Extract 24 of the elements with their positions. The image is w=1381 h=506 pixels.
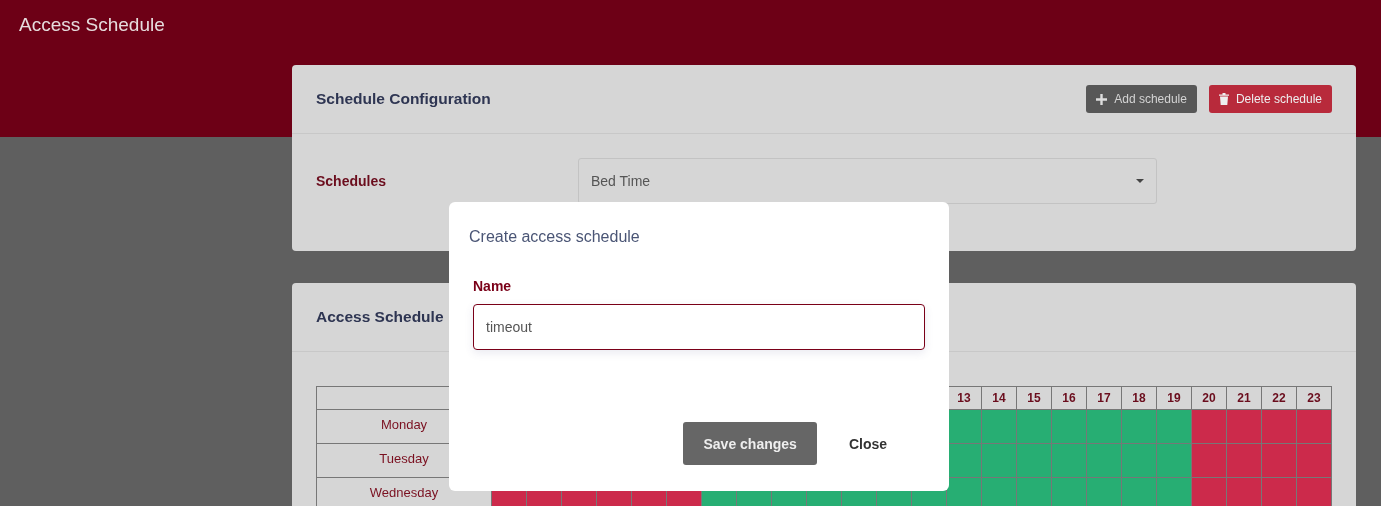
hour-header: 14 (981, 386, 1017, 410)
delete-schedule-button[interactable]: Delete schedule (1208, 85, 1332, 113)
hour-header: 21 (1226, 386, 1262, 410)
save-changes-button[interactable]: Save changes (683, 422, 817, 465)
trash-icon (1218, 93, 1229, 105)
hour-header: 20 (1191, 386, 1227, 410)
hour-header: 17 (1086, 386, 1122, 410)
hour-header: 19 (1156, 386, 1192, 410)
name-input-field[interactable]: timeout (473, 304, 925, 350)
hour-header: 22 (1261, 386, 1297, 410)
app-title: Access Schedule (19, 14, 165, 36)
plus-icon (1096, 93, 1108, 105)
card-title: Access Schedule (316, 308, 444, 326)
hour-header: 18 (1121, 386, 1157, 410)
hour-header: 23 (1296, 386, 1332, 410)
caret-icon (1136, 179, 1144, 183)
schedules-label: Schedules (316, 173, 388, 189)
close-button[interactable]: Close (828, 422, 907, 465)
dialog-title: Create access schedule (469, 228, 641, 246)
hour-header: 16 (1051, 386, 1087, 410)
card-title: Schedule Configuration (316, 90, 491, 108)
hour-header: 15 (1016, 386, 1052, 410)
add-schedule-button[interactable]: Add schedule (1086, 85, 1197, 113)
name-label: Name (473, 278, 513, 294)
